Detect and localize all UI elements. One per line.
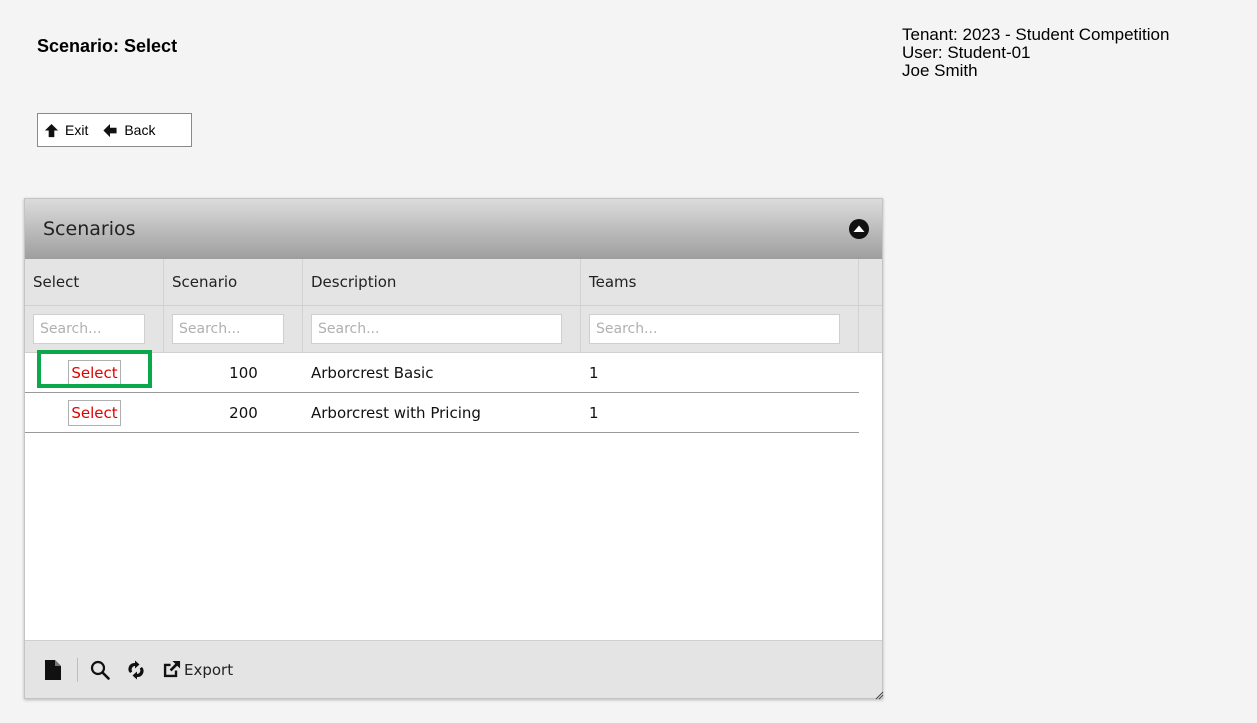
- panel-title: Scenarios: [43, 218, 136, 240]
- exit-button[interactable]: Exit: [44, 122, 88, 138]
- search-input-scenario[interactable]: [172, 314, 284, 344]
- new-document-icon: [45, 659, 61, 680]
- search-input-teams[interactable]: [589, 314, 840, 344]
- toolbar-separator: [77, 657, 78, 682]
- filter-cell-scenario: [164, 306, 303, 352]
- back-label: Back: [124, 122, 156, 138]
- resize-grip-icon[interactable]: [874, 690, 884, 700]
- search-input-select[interactable]: [33, 314, 145, 344]
- cell-description: Arborcrest with Pricing: [311, 403, 481, 422]
- tenant-label: Tenant: 2023 - Student Competition: [902, 25, 1170, 44]
- cell-scenario: 100: [229, 363, 258, 382]
- arrow-left-icon: [103, 123, 117, 137]
- grid-header-row: Select Scenario Description Teams: [25, 259, 882, 306]
- cell-teams: 1: [589, 363, 599, 382]
- export-label: Export: [184, 660, 234, 679]
- back-button[interactable]: Back: [102, 122, 155, 138]
- user-name: Joe Smith: [902, 61, 978, 80]
- column-header-spacer: [859, 259, 882, 305]
- column-header-scenario[interactable]: Scenario: [164, 259, 303, 305]
- filter-cell-select: [25, 306, 164, 352]
- cell-scenario: 200: [229, 403, 258, 422]
- grid-filter-row: [25, 306, 882, 352]
- arrow-up-icon: [44, 123, 59, 137]
- filter-cell-teams: [581, 306, 859, 352]
- table-row[interactable]: Select 200 Arborcrest with Pricing 1: [25, 393, 859, 433]
- page-title: Scenario: Select: [37, 36, 178, 56]
- collapse-icon[interactable]: [848, 218, 870, 240]
- select-button[interactable]: Select: [68, 399, 121, 426]
- nav-bar: Exit Back: [37, 113, 192, 147]
- user-info: Tenant: 2023 - Student Competition User:…: [902, 26, 1169, 80]
- filter-spacer: [859, 306, 882, 352]
- exit-label: Exit: [65, 122, 89, 138]
- search-button[interactable]: [90, 660, 110, 680]
- cell-description: Arborcrest Basic: [311, 363, 434, 382]
- cell-teams: 1: [589, 403, 599, 422]
- scenarios-panel: Scenarios Select Scenario Description Te…: [24, 198, 884, 700]
- export-icon: [163, 660, 181, 678]
- filter-cell-description: [303, 306, 581, 352]
- refresh-icon: [128, 660, 144, 679]
- column-header-description[interactable]: Description: [303, 259, 581, 305]
- user-label: User: Student-01: [902, 43, 1031, 62]
- refresh-button[interactable]: [126, 660, 146, 680]
- column-header-select[interactable]: Select: [25, 259, 164, 305]
- cell-select: Select: [25, 359, 164, 386]
- search-input-description[interactable]: [311, 314, 562, 344]
- cell-select: Select: [25, 399, 164, 426]
- grid-toolbar: Export: [25, 640, 882, 698]
- search-icon: [90, 660, 110, 680]
- table-row[interactable]: Select 100 Arborcrest Basic 1: [25, 350, 859, 393]
- export-button[interactable]: Export: [162, 660, 233, 679]
- select-button[interactable]: Select: [68, 359, 121, 386]
- column-header-teams[interactable]: Teams: [581, 259, 859, 305]
- panel-header: Scenarios: [25, 199, 882, 259]
- new-document-button[interactable]: [45, 659, 61, 680]
- grid-body: Select 100 Arborcrest Basic 1 Select 200…: [25, 350, 882, 639]
